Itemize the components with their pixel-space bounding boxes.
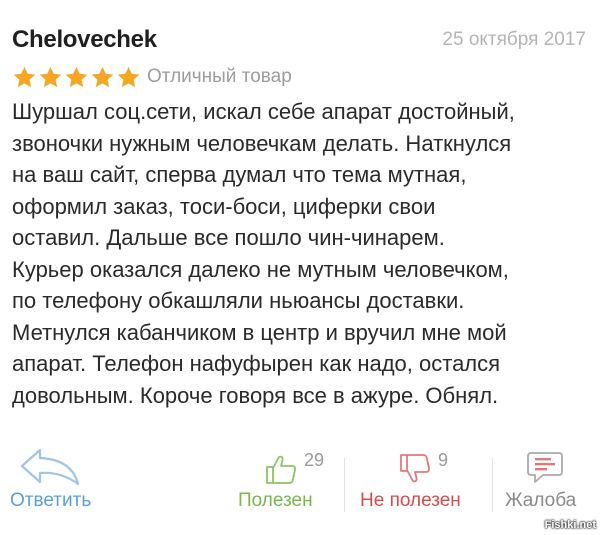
review-card: Chelovechek 25 октября 2017 Отличный тов… [0,0,600,535]
star-icon [39,66,62,87]
not-helpful-count: 9 [438,450,449,470]
star-icon [65,66,88,87]
star-rating [12,65,141,90]
star-icon [91,66,114,87]
not-helpful-label: Не полезен [360,490,461,511]
complaint-bubble-icon [527,452,563,483]
rating-row: Отличный товар [12,62,292,92]
review-author[interactable]: Chelovechek [12,26,157,54]
complain-label: Жалоба [505,490,577,511]
thumbs-down-icon [400,454,431,483]
helpful-button[interactable]: 29 Полезен [238,440,338,520]
reply-label: Ответить [10,490,92,511]
rating-label: Отличный товар [147,66,292,87]
helpful-label: Полезен [238,490,313,511]
star-icon [13,66,36,87]
reply-button[interactable]: Ответить [10,440,110,520]
reply-arrow-icon [20,448,80,486]
divider [492,458,493,512]
review-text: Шуршал соц.сети, искал себе апарат досто… [12,99,515,408]
complain-button[interactable]: Жалоба [505,440,595,520]
review-header: Chelovechek 25 октября 2017 [12,22,588,62]
divider [344,458,345,512]
watermark-logo: Fishki.net [544,519,596,531]
review-actions: Ответить 29 Полезен 9 Не полезен Жалоба [0,440,600,520]
thumbs-up-icon [266,455,297,484]
star-icon [117,66,140,87]
helpful-count: 29 [304,450,325,470]
not-helpful-button[interactable]: 9 Не полезен [360,440,480,520]
review-date: 25 октября 2017 [442,29,586,50]
